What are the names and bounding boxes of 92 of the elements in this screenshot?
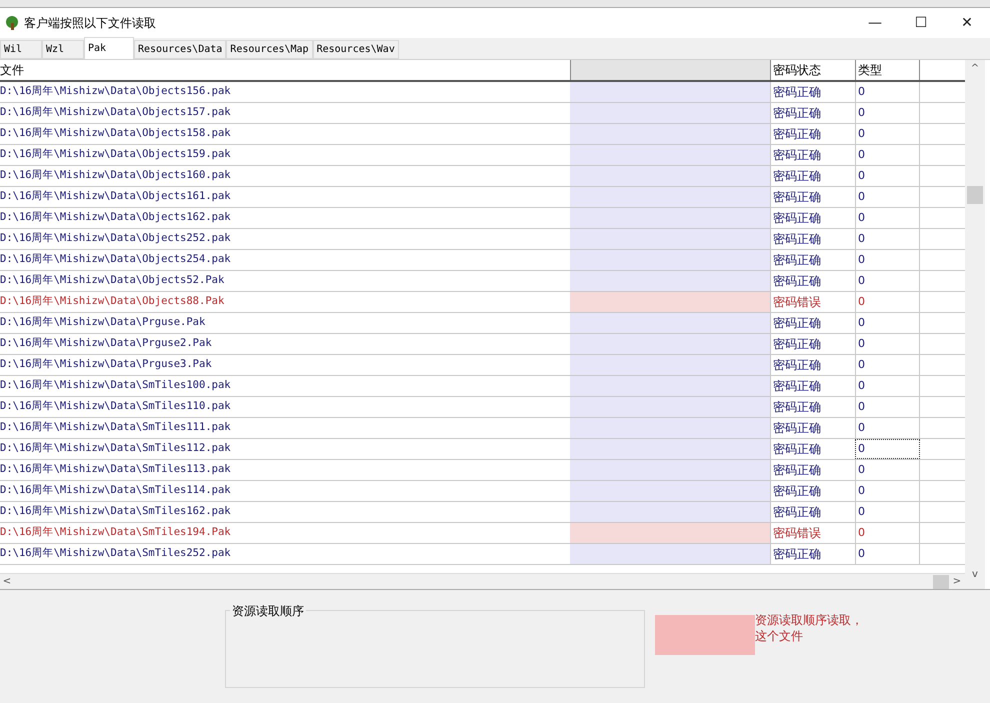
- table-cell-text: D:\16周年\Mishizw\Data\SmTiles162.pak: [0, 504, 232, 520]
- table-cell: 密码正确: [770, 544, 855, 564]
- table-cell: 0: [855, 502, 920, 522]
- scroll-right-button[interactable]: >: [949, 574, 965, 589]
- table-cell: 密码正确: [770, 103, 855, 123]
- note-text: 资源读取顺序读取，: [755, 612, 863, 628]
- tab[interactable]: Resources\Wav: [312, 40, 399, 59]
- table-cell: 0: [855, 250, 920, 270]
- table-cell: 0: [855, 355, 920, 375]
- table-cell: 密码正确: [770, 355, 855, 375]
- tree-logo-icon: [4, 15, 20, 31]
- table-cell: 0: [855, 271, 920, 291]
- table-cell: 密码正确: [770, 376, 855, 396]
- table-cell-text: D:\16周年\Mishizw\Data\Objects252.pak: [0, 231, 232, 246]
- table-cell: 密码正确: [770, 229, 855, 249]
- table-cell: 密码正确: [770, 208, 855, 228]
- table-cell: 0: [855, 523, 920, 543]
- group-title: 资源读取顺序: [230, 602, 306, 620]
- tab[interactable]: Resources\Data: [134, 40, 226, 59]
- table-cell: 密码正确: [770, 124, 855, 144]
- table-cell: 密码正确: [770, 502, 855, 522]
- table-cell-text: D:\16周年\Mishizw\Data\Objects157.pak: [0, 105, 232, 120]
- table-cell-text: D:\16周年\Mishizw\Data\Objects161.pak: [0, 189, 232, 204]
- table-cell-text: D:\16周年\Mishizw\Data\SmTiles194.Pak: [0, 525, 232, 540]
- table-cell: 0: [855, 481, 920, 501]
- column-header[interactable]: 文件: [0, 60, 570, 80]
- table-cell: 0: [855, 229, 920, 249]
- table-cell: 0: [855, 397, 920, 417]
- scroll-down-button[interactable]: v: [972, 559, 978, 589]
- table-cell-text: D:\16周年\Mishizw\Data\Objects88.Pak: [0, 294, 226, 310]
- table-cell-text: D:\16周年\Mishizw\Data\Prguse2.Pak: [0, 336, 213, 352]
- table-cell-text: D:\16周年\Mishizw\Data\SmTiles112.pak: [0, 441, 232, 456]
- tab[interactable]: Pak: [84, 37, 134, 59]
- table-cell: 密码正确: [770, 460, 855, 480]
- table-cell: 0: [855, 418, 920, 438]
- tab[interactable]: Resources\Map: [226, 40, 313, 59]
- scroll-up-button[interactable]: ^: [970, 60, 980, 76]
- table-cell-text: D:\16周年\Mishizw\Data\Objects159.pak: [0, 147, 232, 162]
- window-control[interactable]: ✕: [944, 8, 990, 38]
- table-cell: 密码正确: [770, 397, 855, 417]
- table-cell-text: D:\16周年\Mishizw\Data\Objects162.pak: [0, 210, 232, 226]
- table-cell: 0: [855, 439, 920, 459]
- table-cell: 0: [855, 82, 920, 102]
- table-cell: 密码错误: [770, 292, 855, 312]
- table-cell: 0: [855, 187, 920, 207]
- table-cell: 0: [855, 166, 920, 186]
- scroll-left-button[interactable]: <: [0, 574, 14, 589]
- table-cell: 密码正确: [770, 82, 855, 102]
- table-cell-text: D:\16周年\Mishizw\Data\SmTiles111.pak: [0, 420, 232, 436]
- table-cell: 密码正确: [770, 166, 855, 186]
- table-cell: 0: [855, 103, 920, 123]
- table-cell: 密码正确: [770, 187, 855, 207]
- table-cell: 密码正确: [770, 418, 855, 438]
- table-cell: 密码正确: [770, 481, 855, 501]
- table-cell: 密码正确: [770, 334, 855, 354]
- table-cell-text: D:\16周年\Mishizw\Data\SmTiles113.pak: [0, 462, 232, 478]
- table-cell: 0: [855, 124, 920, 144]
- table-cell-text: D:\16周年\Mishizw\Data\Objects254.pak: [0, 252, 232, 268]
- table-cell: 密码错误: [770, 523, 855, 543]
- tab[interactable]: Wzl: [42, 40, 84, 59]
- table-cell: 0: [855, 544, 920, 564]
- table-cell: 0: [855, 376, 920, 396]
- table-cell-text: D:\16周年\Mishizw\Data\Objects158.pak: [0, 126, 232, 142]
- scrollbar-thumb[interactable]: [933, 574, 949, 588]
- window-title: 客户端按照以下文件读取: [24, 15, 156, 32]
- table-cell: 0: [855, 460, 920, 480]
- table-cell-text: D:\16周年\Mishizw\Data\Prguse.Pak: [0, 315, 206, 330]
- table-cell-text: D:\16周年\Mishizw\Data\Objects160.pak: [0, 168, 232, 184]
- scrollbar-thumb[interactable]: [967, 186, 983, 204]
- window-control[interactable]: ☐: [898, 8, 944, 38]
- table-cell: 密码正确: [770, 439, 855, 459]
- table-cell-text: D:\16周年\Mishizw\Data\Objects52.Pak: [0, 273, 226, 288]
- table-cell-text: D:\16周年\Mishizw\Data\SmTiles100.pak: [0, 378, 232, 394]
- column-header[interactable]: 密码状态: [770, 60, 855, 80]
- table-cell: 0: [855, 208, 920, 228]
- window-control[interactable]: —: [852, 8, 898, 38]
- table-cell: 密码正确: [770, 250, 855, 270]
- table-cell: 密码正确: [770, 313, 855, 333]
- column-header[interactable]: 类型: [855, 60, 920, 80]
- table-cell-text: D:\16周年\Mishizw\Data\Prguse3.Pak: [0, 357, 213, 372]
- table-cell: 0: [855, 145, 920, 165]
- note-text: 这个文件: [755, 628, 804, 644]
- table-cell: 0: [855, 334, 920, 354]
- tab[interactable]: Wil: [0, 40, 42, 59]
- table-cell-text: D:\16周年\Mishizw\Data\SmTiles252.pak: [0, 546, 232, 562]
- table-cell: 0: [855, 292, 920, 312]
- table-cell-text: D:\16周年\Mishizw\Data\Objects156.pak: [0, 84, 232, 100]
- table-cell: 0: [855, 313, 920, 333]
- table-cell: 密码正确: [770, 145, 855, 165]
- table-cell-text: D:\16周年\Mishizw\Data\SmTiles110.pak: [0, 399, 232, 414]
- table-cell-text: D:\16周年\Mishizw\Data\SmTiles114.pak: [0, 483, 232, 498]
- table-cell: 密码正确: [770, 271, 855, 291]
